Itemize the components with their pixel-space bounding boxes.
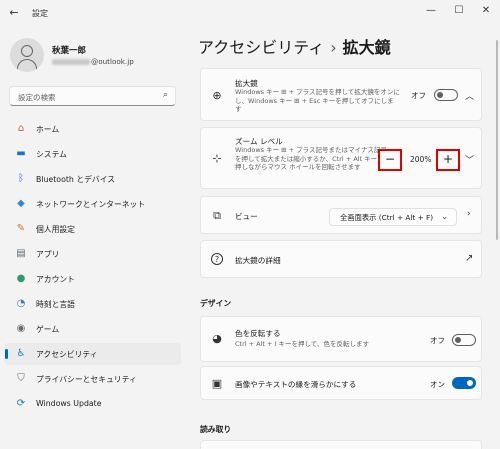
sidebar-item[interactable]: ◉ ゲーム	[4, 318, 181, 340]
pen-icon: ✎	[16, 223, 26, 234]
invert-colors-desc: Ctrl + Alt + I キーを押して、色を反転します	[235, 340, 369, 348]
sidebar-item[interactable]: ⛉ プライバシーとセキュリティ	[4, 368, 181, 390]
chevron-right-icon[interactable]: ›	[467, 209, 471, 219]
sidebar-item[interactable]: ⌂ ホーム	[4, 118, 181, 140]
minimize-button[interactable]: —	[424, 4, 438, 18]
smooth-edges-toggle[interactable]	[452, 377, 476, 389]
magnifier-state-label: オフ	[411, 91, 426, 100]
sidebar-item[interactable]: ◔ 時刻と言語	[4, 293, 181, 315]
sidebar-item-label: システム	[36, 150, 67, 159]
sidebar-item[interactable]: ▬ システム	[4, 143, 181, 165]
sidebar-item[interactable]: ᛒ Bluetooth とデバイス	[4, 168, 181, 190]
help-icon: ?	[211, 253, 223, 265]
sidebar-item-label: Windows Update	[36, 399, 102, 408]
magnifier-details-title: 拡大鏡の詳細	[235, 256, 281, 265]
sidebar-item-label: ホーム	[36, 125, 60, 134]
account-icon: ●	[16, 273, 26, 284]
smooth-edges-card: ▣ 画像やテキストの縁を滑らかにする オン	[200, 366, 482, 400]
dropdown-chevron-icon: ⌄	[441, 212, 448, 221]
design-heading: デザイン	[200, 299, 232, 308]
sidebar-item-label: アプリ	[36, 250, 60, 259]
view-dropdown[interactable]: 全画面表示 (Ctrl + Alt + F) ⌄	[329, 208, 457, 226]
external-link-icon[interactable]: ↗	[465, 253, 473, 264]
monitor-icon: ▬	[16, 148, 26, 159]
close-button[interactable]: ✕	[479, 4, 493, 18]
bluetooth-icon: ᛒ	[18, 173, 24, 184]
zoom-level-card: ⊹ ズーム レベル Windows キー ⊞ + プラス記号またはマイナス記号を…	[200, 127, 482, 189]
user-email: @outlook.jp	[52, 57, 134, 66]
chevron-up-icon[interactable]: ︿	[465, 89, 474, 102]
selection-indicator	[5, 349, 8, 359]
home-icon: ⌂	[17, 123, 25, 134]
sidebar-item[interactable]: ● アカウント	[4, 268, 181, 290]
zoom-value: 200%	[410, 155, 432, 164]
search-placeholder: 設定の検索	[18, 93, 56, 102]
magnifier-icon: ⊕	[212, 89, 222, 102]
sidebar-item[interactable]: ▤ アプリ	[4, 243, 181, 265]
view-icon: ⧉	[213, 209, 221, 222]
back-button[interactable]: ←	[6, 5, 22, 21]
wifi-icon: ◆	[17, 198, 25, 209]
sidebar-item-label: Bluetooth とデバイス	[36, 175, 116, 184]
page-title: 拡大鏡	[342, 38, 391, 57]
title-bar: ← 設定 — ☐ ✕	[0, 0, 500, 26]
invert-colors-card: ◕ 色を反転する Ctrl + Alt + I キーを押して、色を反転します オ…	[200, 316, 482, 362]
sidebar-item-label: 個人用設定	[36, 225, 75, 234]
email-redaction	[52, 59, 90, 65]
smooth-state-label: オン	[430, 380, 445, 389]
breadcrumb-parent[interactable]: アクセシビリティ	[198, 38, 324, 57]
zoom-level-icon: ⊹	[212, 152, 222, 165]
avatar-body-icon	[17, 59, 37, 72]
zoom-level-desc: Windows キー ⊞ + プラス記号またはマイナス記号を押して拡大または縮小…	[235, 146, 387, 171]
sidebar-item-label: ネットワークとインターネット	[36, 200, 146, 209]
email-domain: @outlook.jp	[91, 57, 134, 66]
shield-icon: ⛉	[17, 373, 25, 384]
sidebar-item-label: プライバシーとセキュリティ	[36, 375, 137, 384]
invert-state-label: オフ	[430, 336, 445, 345]
scrollbar[interactable]	[496, 40, 498, 240]
palette-icon: ◕	[212, 332, 222, 345]
avatar[interactable]	[10, 38, 44, 72]
apps-icon: ▤	[16, 248, 26, 259]
app-title: 設定	[32, 9, 48, 18]
user-name: 秋葉一郎	[52, 46, 87, 56]
update-icon: ⟳	[16, 398, 26, 409]
smooth-edges-title: 画像やテキストの縁を滑らかにする	[235, 380, 357, 389]
maximize-button[interactable]: ☐	[452, 4, 466, 18]
magnifier-card[interactable]: ⊕ 拡大鏡 Windows キー ⊞ + プラス記号を押して拡大鏡をオンにし、W…	[200, 68, 482, 121]
zoom-in-button[interactable]: +	[436, 149, 460, 171]
search-input[interactable]: 設定の検索 ⌕	[9, 86, 176, 106]
view-card: ⧉ ビュー 全画面表示 (Ctrl + Alt + F) ⌄ ›	[200, 196, 482, 234]
gamepad-icon: ◉	[16, 323, 26, 334]
zoom-out-button[interactable]: −	[378, 149, 402, 171]
magnifier-details-card[interactable]: ? 拡大鏡の詳細 ↗	[200, 240, 482, 278]
magnifier-toggle[interactable]	[434, 89, 458, 101]
sidebar-item-label: アカウント	[36, 275, 75, 284]
sidebar-item-label: 時刻と言語	[36, 300, 75, 309]
breadcrumb: アクセシビリティ › 拡大鏡	[198, 34, 391, 58]
sidebar-item[interactable]: ✎ 個人用設定	[4, 218, 181, 240]
globe-clock-icon: ◔	[16, 298, 26, 309]
accessibility-icon: ♿	[16, 348, 26, 359]
invert-colors-toggle[interactable]	[452, 334, 476, 346]
reading-heading: 読み取り	[200, 425, 232, 434]
magnifier-desc: Windows キー ⊞ + プラス記号を押して拡大鏡をオンにし、Windows…	[235, 88, 400, 113]
avatar-head-icon	[21, 45, 33, 57]
search-icon: ⌕	[162, 90, 168, 100]
reading-card	[200, 440, 482, 449]
chevron-down-icon[interactable]: ﹀	[465, 153, 474, 166]
sidebar-item[interactable]: ◆ ネットワークとインターネット	[4, 193, 181, 215]
sidebar-item[interactable]: ⟳ Windows Update	[4, 393, 181, 415]
breadcrumb-separator: ›	[330, 38, 337, 57]
sidebar-item-label: ゲーム	[36, 325, 60, 334]
view-title: ビュー	[235, 212, 258, 221]
image-icon: ▣	[211, 377, 223, 390]
sidebar-item-label: アクセシビリティ	[36, 350, 98, 359]
sidebar-item[interactable]: ♿ アクセシビリティ	[4, 343, 181, 365]
invert-colors-title: 色を反転する	[235, 329, 281, 338]
view-dropdown-value: 全画面表示 (Ctrl + Alt + F)	[340, 213, 434, 222]
